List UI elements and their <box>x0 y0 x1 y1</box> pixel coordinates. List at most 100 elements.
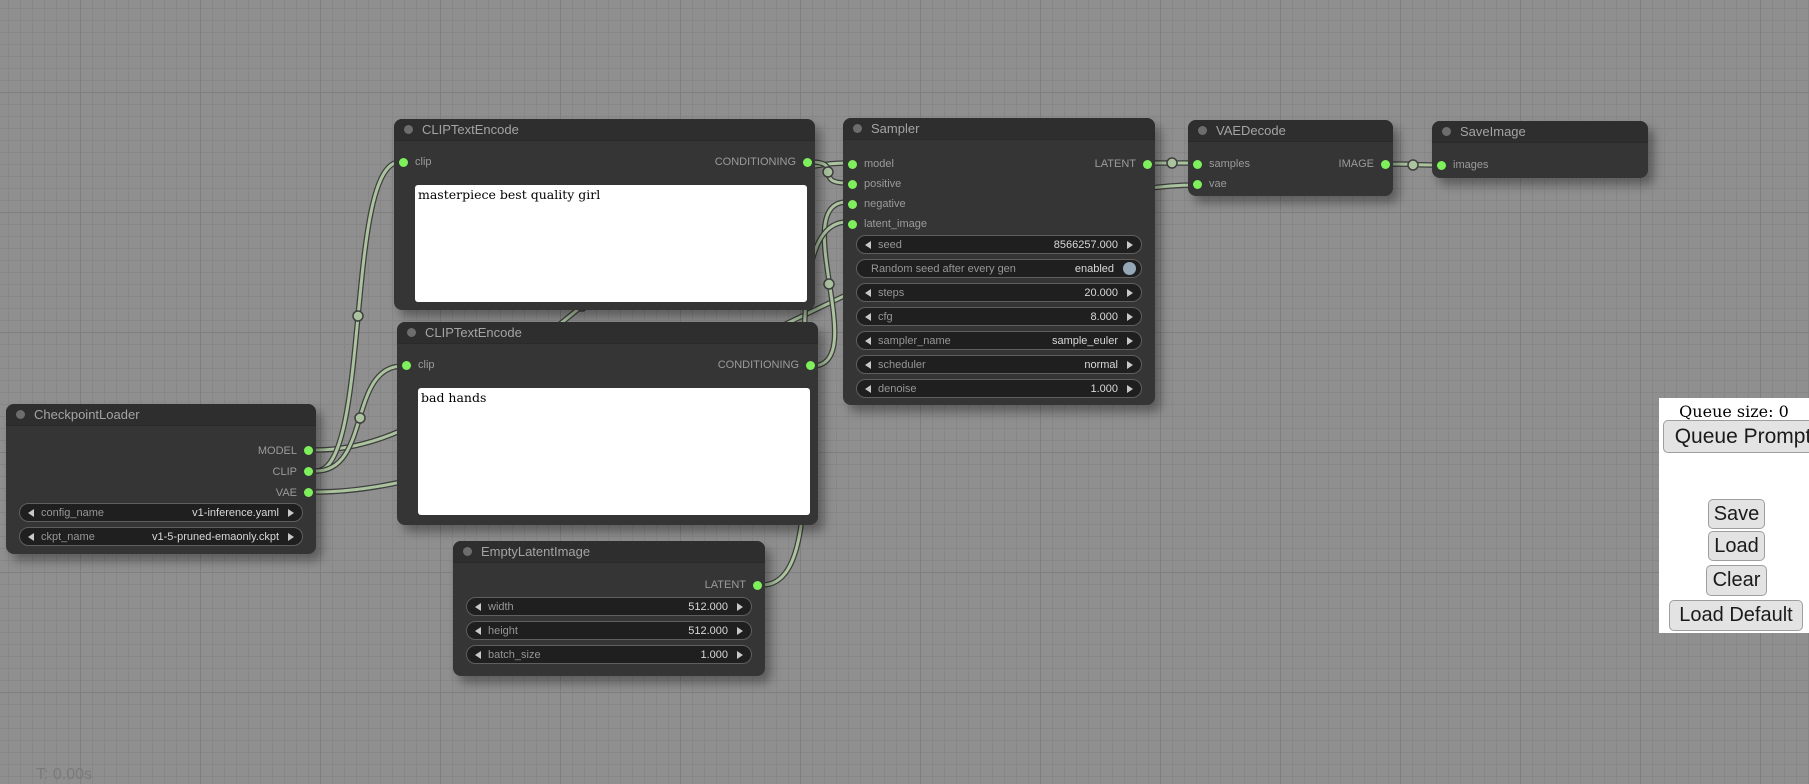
decrement-arrow-icon[interactable] <box>28 509 34 517</box>
queue-panel: Queue size: 0 Queue Prompt Save Load Cle… <box>1659 398 1809 633</box>
increment-arrow-icon[interactable] <box>1127 241 1133 249</box>
denoise-widget[interactable]: denoise 1.000 <box>856 379 1142 398</box>
node-title-bar[interactable]: Sampler <box>843 118 1155 140</box>
decrement-arrow-icon[interactable] <box>865 313 871 321</box>
collapse-dot-icon[interactable] <box>16 410 25 419</box>
node-title-bar[interactable]: EmptyLatentImage <box>453 541 765 563</box>
link-midpoint-dot <box>823 167 833 177</box>
widget-value: enabled <box>1075 263 1114 275</box>
config-name-widget[interactable]: config_name v1-inference.yaml <box>19 503 303 522</box>
input-slot-clip-dot[interactable] <box>399 158 408 167</box>
increment-arrow-icon[interactable] <box>288 509 294 517</box>
decrement-arrow-icon[interactable] <box>865 241 871 249</box>
load-default-button[interactable]: Load Default <box>1669 600 1803 631</box>
node-vae-decode[interactable]: VAEDecode samples IMAGE vae <box>1188 120 1393 196</box>
slot-row: vae <box>1188 174 1393 194</box>
node-title-bar[interactable]: CheckpointLoader <box>6 404 316 426</box>
collapse-dot-icon[interactable] <box>1442 127 1451 136</box>
input-label-latent-image: latent_image <box>864 218 927 230</box>
decrement-arrow-icon[interactable] <box>865 337 871 345</box>
collapse-dot-icon[interactable] <box>1198 126 1207 135</box>
widget-value: 20.000 <box>1084 287 1118 299</box>
input-slot-samples-dot[interactable] <box>1193 160 1202 169</box>
increment-arrow-icon[interactable] <box>737 651 743 659</box>
decrement-arrow-icon[interactable] <box>475 603 481 611</box>
increment-arrow-icon[interactable] <box>1127 337 1133 345</box>
input-slot-clip-dot[interactable] <box>402 361 411 370</box>
input-slot-negative-dot[interactable] <box>848 200 857 209</box>
slot-row: VAE <box>6 482 316 503</box>
toggle-on-icon[interactable] <box>1123 262 1136 275</box>
widget-value: 512.000 <box>688 601 728 613</box>
increment-arrow-icon[interactable] <box>288 533 294 541</box>
scheduler-widget[interactable]: scheduler normal <box>856 355 1142 374</box>
input-slot-model-dot[interactable] <box>848 160 857 169</box>
steps-widget[interactable]: steps 20.000 <box>856 283 1142 302</box>
width-widget[interactable]: width 512.000 <box>466 597 752 616</box>
output-slot-clip-dot[interactable] <box>304 467 313 476</box>
input-slot-images-dot[interactable] <box>1437 161 1446 170</box>
output-slot-latent-dot[interactable] <box>753 581 762 590</box>
widget-value: sample_euler <box>1052 335 1118 347</box>
node-empty-latent-image[interactable]: EmptyLatentImage LATENT width 512.000 he… <box>453 541 765 676</box>
batch-size-widget[interactable]: batch_size 1.000 <box>466 645 752 664</box>
node-clip-text-encode-positive[interactable]: CLIPTextEncode clip CONDITIONING masterp… <box>394 119 815 310</box>
node-title-bar[interactable]: VAEDecode <box>1188 120 1393 142</box>
input-label-clip: clip <box>418 359 435 371</box>
node-sampler[interactable]: Sampler model LATENT positive negative l… <box>843 118 1155 405</box>
output-slot-conditioning-dot[interactable] <box>806 361 815 370</box>
save-button[interactable]: Save <box>1708 499 1765 529</box>
increment-arrow-icon[interactable] <box>1127 361 1133 369</box>
node-title-bar[interactable]: CLIPTextEncode <box>394 119 815 141</box>
input-label-clip: clip <box>415 156 432 168</box>
collapse-dot-icon[interactable] <box>407 328 416 337</box>
slot-row: LATENT <box>453 575 765 595</box>
cfg-widget[interactable]: cfg 8.000 <box>856 307 1142 326</box>
increment-arrow-icon[interactable] <box>1127 385 1133 393</box>
output-slot-model-dot[interactable] <box>304 446 313 455</box>
queue-size-label: Queue size: 0 <box>1659 402 1809 421</box>
collapse-dot-icon[interactable] <box>404 125 413 134</box>
decrement-arrow-icon[interactable] <box>865 289 871 297</box>
input-slot-positive-dot[interactable] <box>848 180 857 189</box>
node-checkpoint-loader[interactable]: CheckpointLoader MODEL CLIP VAE config_n… <box>6 404 316 554</box>
increment-arrow-icon[interactable] <box>737 603 743 611</box>
queue-prompt-button[interactable]: Queue Prompt <box>1663 420 1809 453</box>
clear-button[interactable]: Clear <box>1706 565 1767 596</box>
seed-widget[interactable]: seed 8566257.000 <box>856 235 1142 254</box>
slot-row: negative <box>843 194 1155 214</box>
random-seed-toggle-widget[interactable]: Random seed after every gen enabled <box>856 259 1142 278</box>
prompt-textarea[interactable]: masterpiece best quality girl <box>415 185 807 302</box>
increment-arrow-icon[interactable] <box>1127 313 1133 321</box>
output-slot-latent-dot[interactable] <box>1143 160 1152 169</box>
input-slot-vae-dot[interactable] <box>1193 180 1202 189</box>
increment-arrow-icon[interactable] <box>1127 289 1133 297</box>
decrement-arrow-icon[interactable] <box>475 627 481 635</box>
decrement-arrow-icon[interactable] <box>28 533 34 541</box>
increment-arrow-icon[interactable] <box>737 627 743 635</box>
sampler-name-widget[interactable]: sampler_name sample_euler <box>856 331 1142 350</box>
node-title: EmptyLatentImage <box>481 544 590 559</box>
ckpt-name-widget[interactable]: ckpt_name v1-5-pruned-emaonly.ckpt <box>19 527 303 546</box>
widget-label: sampler_name <box>878 335 951 347</box>
widget-value: v1-5-pruned-emaonly.ckpt <box>152 531 279 543</box>
output-slot-image-dot[interactable] <box>1381 160 1390 169</box>
node-clip-text-encode-negative[interactable]: CLIPTextEncode clip CONDITIONING bad han… <box>397 322 818 525</box>
node-save-image[interactable]: SaveImage images <box>1432 121 1648 178</box>
output-label-conditioning: CONDITIONING <box>718 359 799 371</box>
decrement-arrow-icon[interactable] <box>865 385 871 393</box>
output-slot-vae-dot[interactable] <box>304 488 313 497</box>
decrement-arrow-icon[interactable] <box>865 361 871 369</box>
slot-row: positive <box>843 174 1155 194</box>
widget-label: width <box>488 601 514 613</box>
load-button[interactable]: Load <box>1708 531 1765 561</box>
decrement-arrow-icon[interactable] <box>475 651 481 659</box>
prompt-textarea[interactable]: bad hands <box>418 388 810 515</box>
output-slot-conditioning-dot[interactable] <box>803 158 812 167</box>
height-widget[interactable]: height 512.000 <box>466 621 752 640</box>
input-slot-latent-image-dot[interactable] <box>848 220 857 229</box>
collapse-dot-icon[interactable] <box>463 547 472 556</box>
node-title-bar[interactable]: CLIPTextEncode <box>397 322 818 344</box>
collapse-dot-icon[interactable] <box>853 124 862 133</box>
node-title-bar[interactable]: SaveImage <box>1432 121 1648 143</box>
